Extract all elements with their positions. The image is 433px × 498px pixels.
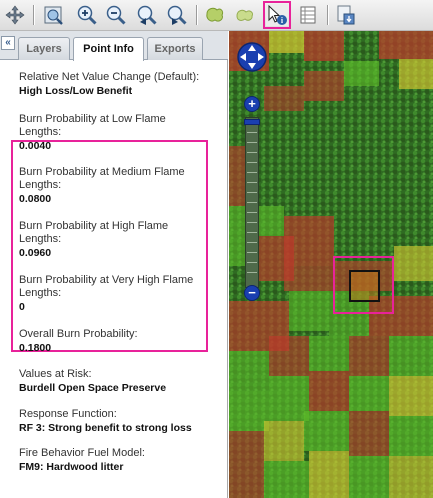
info-item-overall-bp: Overall Burn Probability: 0.1800: [19, 328, 219, 355]
info-value: FM9: Hardwood litter: [19, 461, 124, 473]
pan-navigation-control[interactable]: [236, 41, 268, 73]
zoom-out-button[interactable]: −: [244, 285, 260, 301]
panel-tabbar: « Layers Point Info Exports: [0, 31, 228, 61]
collapse-panel-button[interactable]: «: [1, 36, 15, 50]
zoom-slider[interactable]: [244, 117, 260, 288]
info-label: Relative Net Value Change (Default):: [19, 71, 200, 83]
zoom-out-icon[interactable]: [105, 4, 127, 26]
info-item-response-function: Response Function: RF 3: Strong benefit …: [19, 408, 219, 435]
map-toolbar: i: [0, 0, 433, 31]
identify-icon[interactable]: i: [263, 1, 291, 29]
info-value: 0.1800: [19, 342, 52, 354]
info-panel: « Layers Point Info Exports Relative Net…: [0, 31, 228, 498]
info-label: Response Function:: [19, 408, 117, 420]
info-item-values-at-risk: Values at Risk: Burdell Open Space Prese…: [19, 368, 219, 395]
selected-cell[interactable]: [349, 270, 380, 302]
next-extent-icon[interactable]: [166, 4, 188, 26]
info-label: Fire Behavior Fuel Model:: [19, 447, 145, 459]
info-value: High Loss/Low Benefit: [19, 85, 133, 97]
zoom-slider-thumb[interactable]: [244, 119, 260, 125]
clear-selection-icon[interactable]: [234, 4, 256, 26]
tab-layers[interactable]: Layers: [18, 37, 70, 60]
full-extent-icon[interactable]: [42, 4, 64, 26]
select-polygon-icon[interactable]: [204, 4, 226, 26]
info-label: Burn Probability at Low Flame Lengths:: [19, 113, 166, 138]
tab-point-info[interactable]: Point Info: [73, 37, 144, 61]
tab-exports[interactable]: Exports: [147, 37, 203, 60]
info-item-relative-net-value: Relative Net Value Change (Default): Hig…: [19, 71, 219, 98]
info-label: Overall Burn Probability:: [19, 328, 138, 340]
pan-icon[interactable]: [4, 4, 26, 26]
info-label: Values at Risk:: [19, 368, 92, 380]
zoom-in-button[interactable]: +: [244, 96, 260, 112]
export-icon[interactable]: [335, 4, 357, 26]
info-value: Burdell Open Space Preserve: [19, 382, 167, 394]
previous-extent-icon[interactable]: [136, 4, 158, 26]
zoom-in-icon[interactable]: [76, 4, 98, 26]
info-item-fuel-model: Fire Behavior Fuel Model: FM9: Hardwood …: [19, 447, 219, 474]
highlight-box: [11, 140, 208, 352]
table-icon[interactable]: [297, 4, 319, 26]
info-value: RF 3: Strong benefit to strong loss: [19, 422, 192, 434]
